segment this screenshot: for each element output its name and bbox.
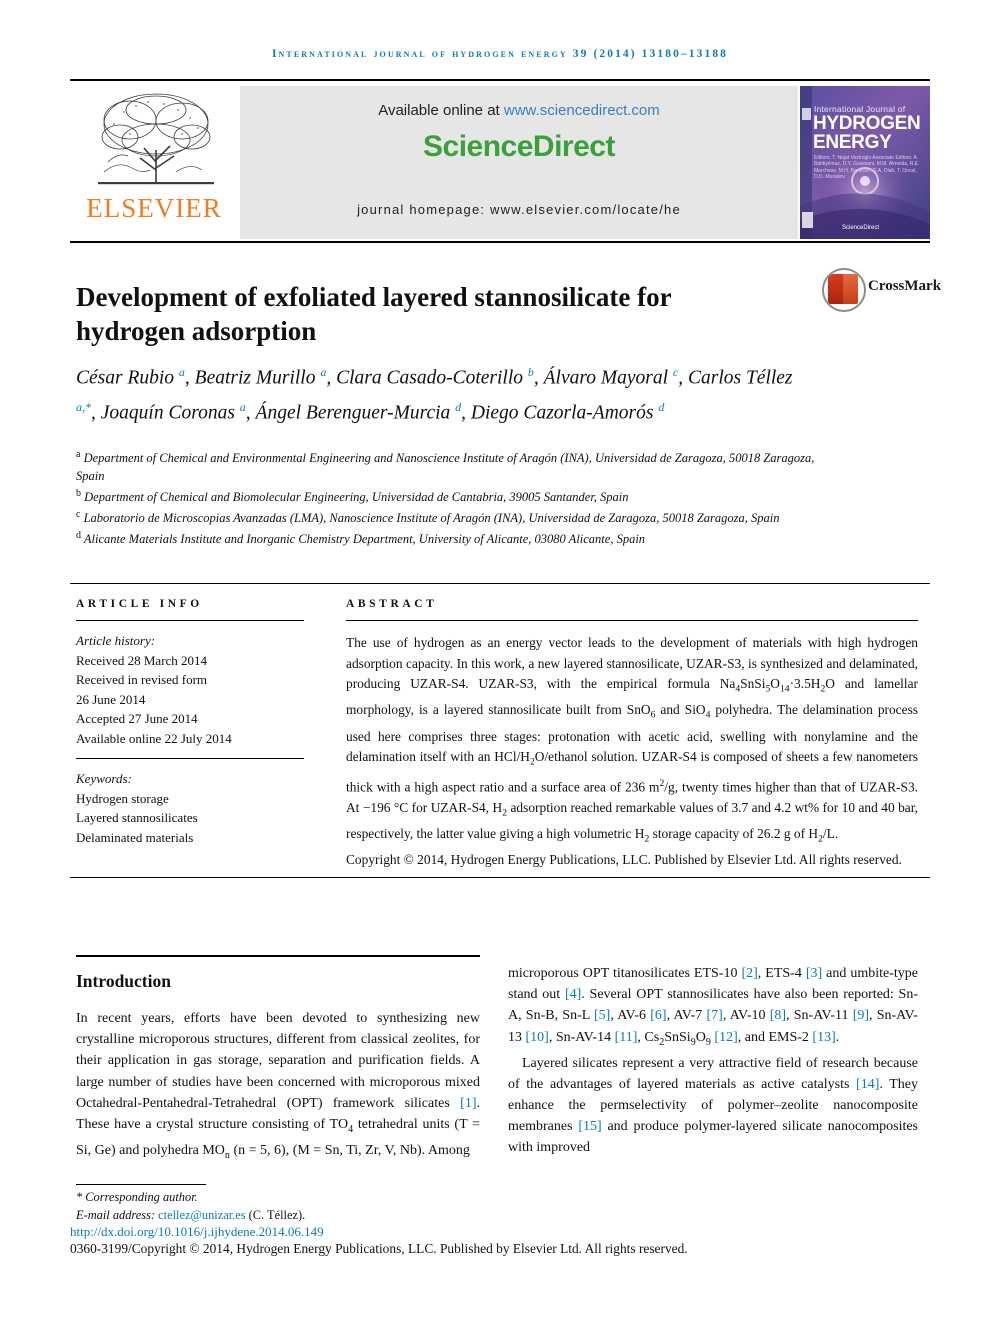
email-suffix: (C. Téllez). bbox=[245, 1207, 306, 1222]
crossmark-label: CrossMark bbox=[868, 278, 942, 294]
cover-title-big: HYDROGEN ENERGY bbox=[813, 113, 921, 153]
abstract-section-bottom-rule bbox=[70, 877, 930, 878]
affiliation-marker-a: a bbox=[76, 449, 81, 460]
affiliation-text-c: Laboratorio de Microscopias Avanzadas (L… bbox=[83, 511, 780, 526]
email-link[interactable]: ctellez@unizar.es bbox=[158, 1208, 245, 1222]
footnote-block: * Corresponding author. E-mail address: … bbox=[76, 1189, 496, 1224]
affiliation-text-d: Alicante Materials Institute and Inorgan… bbox=[83, 532, 646, 547]
history-item: Available online 22 July 2014 bbox=[76, 730, 232, 746]
author-list: César Rubio a, Beatriz Murillo a, Clara … bbox=[76, 365, 793, 423]
affiliation-item: c Laboratorio de Microscopias Avanzadas … bbox=[76, 506, 816, 527]
history-item: Accepted 27 June 2014 bbox=[76, 711, 198, 726]
keyword-item: Hydrogen storage bbox=[76, 790, 169, 806]
affiliation-item: b Department of Chemical and Biomolecula… bbox=[76, 485, 816, 506]
available-online-label: Available online at bbox=[378, 102, 504, 119]
masthead: ELSEVIER Available online at www.science… bbox=[70, 86, 930, 239]
affiliation-text-b: Department of Chemical and Biomolecular … bbox=[84, 490, 629, 505]
affiliation-item: a Department of Chemical and Environment… bbox=[76, 446, 816, 485]
running-head: International Journal of Hydrogen Energy… bbox=[271, 48, 729, 60]
cover-editors: Editors: T. Nejat Veziroglu Associate Ed… bbox=[814, 155, 920, 181]
abstract-column: ABSTRACT The use of hydrogen as an energ… bbox=[346, 598, 918, 871]
issn-copyright-line: 0360-3199/Copyright © 2014, Hydrogen Ene… bbox=[70, 1241, 688, 1256]
keywords-rule bbox=[76, 758, 304, 759]
keyword-item: Layered stannosilicates bbox=[76, 810, 198, 825]
elsevier-wordmark: ELSEVIER bbox=[86, 193, 222, 223]
cover-sciencedirect-label: ScienceDirect bbox=[842, 225, 880, 231]
history-item: Received in revised form bbox=[76, 672, 208, 687]
sciencedirect-url-link[interactable]: www.sciencedirect.com bbox=[504, 102, 660, 119]
affiliation-marker-c: c bbox=[76, 509, 81, 521]
article-history-label: Article history: bbox=[76, 633, 156, 648]
sciencedirect-wordmark: ScienceDirect bbox=[423, 130, 615, 163]
keywords-label: Keywords: bbox=[76, 771, 132, 786]
footnote-rule bbox=[76, 1184, 206, 1185]
keywords-list: Hydrogen storage Layered stannosilicates… bbox=[76, 789, 304, 848]
crossmark-book-right bbox=[843, 274, 858, 304]
article-history-list: Received 28 March 2014 Received in revis… bbox=[76, 651, 304, 749]
elsevier-logo-block: ELSEVIER bbox=[70, 86, 238, 239]
affiliation-list: a Department of Chemical and Environment… bbox=[76, 446, 816, 549]
history-item: Received 28 March 2014 bbox=[76, 652, 208, 668]
body-column-right: microporous OPT titanosilicates ETS-10 [… bbox=[508, 963, 918, 1159]
article-history-block: Article history: Received 28 March 2014 … bbox=[76, 631, 304, 748]
introduction-top-rule bbox=[76, 955, 480, 957]
crossmark-icon bbox=[822, 268, 866, 312]
sciencedirect-banner: Available online at www.sciencedirect.co… bbox=[240, 86, 798, 239]
article-info-heading: ARTICLE INFO bbox=[76, 598, 203, 610]
abstract-body: The use of hydrogen as an energy vector … bbox=[346, 635, 918, 845]
keyword-item: Delaminated materials bbox=[76, 829, 194, 845]
abstract-section-top-rule bbox=[70, 583, 930, 584]
article-info-column: ARTICLE INFO Article history: Received 2… bbox=[76, 598, 304, 847]
abstract-copyright: Copyright © 2014, Hydrogen Energy Public… bbox=[346, 852, 902, 868]
abstract-heading: ABSTRACT bbox=[346, 598, 438, 610]
affiliation-text-a: Department of Chemical and Environmental… bbox=[76, 451, 815, 484]
header-rule bbox=[70, 79, 930, 81]
masthead-rule bbox=[70, 241, 930, 243]
elsevier-tree-icon bbox=[98, 93, 214, 185]
paper-page: International Journal of Hydrogen Energy… bbox=[0, 0, 992, 1323]
corresponding-author-note: * Corresponding author. bbox=[76, 1190, 198, 1204]
crossmark-badge[interactable]: CrossMark bbox=[822, 262, 941, 324]
available-online-line: Available online at www.sciencedirect.co… bbox=[240, 102, 798, 119]
abstract-rule bbox=[346, 620, 918, 621]
crossmark-book-left bbox=[828, 274, 843, 304]
affiliation-marker-d: d bbox=[76, 530, 81, 542]
page-title: Development of exfoliated layered stanno… bbox=[76, 282, 672, 347]
keywords-block: Keywords: Hydrogen storage Layered stann… bbox=[76, 769, 304, 847]
article-info-rule bbox=[76, 620, 304, 621]
email-line: E-mail address: ctellez@unizar.es (C. Té… bbox=[76, 1207, 496, 1225]
introduction-heading: Introduction bbox=[76, 971, 171, 991]
email-label: E-mail address: bbox=[76, 1207, 159, 1222]
body-column-left: Introduction In recent years, efforts ha… bbox=[76, 963, 480, 1166]
journal-homepage-line[interactable]: journal homepage: www.elsevier.com/locat… bbox=[240, 202, 798, 217]
introduction-text-left: In recent years, efforts have been devot… bbox=[76, 1011, 480, 1161]
introduction-text-right: microporous OPT titanosilicates ETS-10 [… bbox=[508, 966, 919, 1156]
journal-cover-image: International Journal of HYDROGEN ENERGY… bbox=[800, 86, 930, 239]
affiliation-item: d Alicante Materials Institute and Inorg… bbox=[76, 527, 816, 548]
history-item: 26 June 2014 bbox=[76, 691, 146, 707]
doi-link[interactable]: http://dx.doi.org/10.1016/j.ijhydene.201… bbox=[70, 1224, 324, 1240]
affiliation-marker-b: b bbox=[76, 488, 81, 500]
